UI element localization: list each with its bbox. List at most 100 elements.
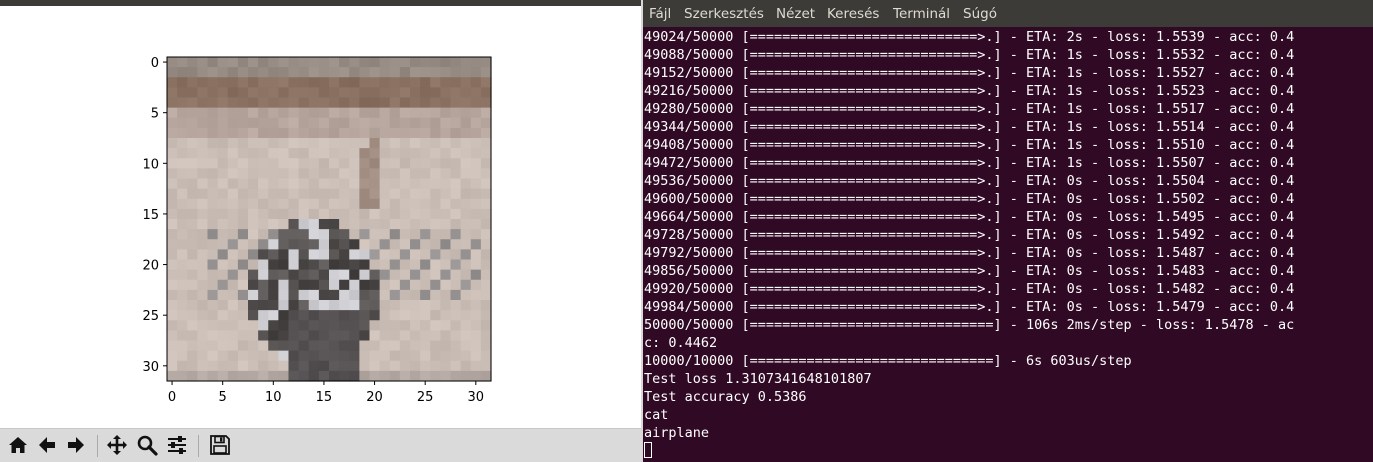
image-pixel	[460, 330, 472, 342]
save-icon[interactable]	[207, 432, 233, 458]
image-pixel	[318, 269, 330, 281]
home-icon[interactable]	[5, 432, 31, 458]
image-pixel	[410, 188, 421, 200]
image-pixel	[187, 107, 198, 119]
terminal-output[interactable]: 49024/50000 [===========================…	[643, 27, 1373, 462]
image-pixel	[288, 360, 300, 372]
image-pixel	[410, 77, 421, 88]
image-pixel	[298, 97, 310, 109]
image-pixel	[207, 320, 219, 331]
image-pixel	[318, 178, 330, 190]
image-pixel	[197, 138, 209, 149]
image-pixel	[389, 138, 401, 149]
image-pixel	[339, 138, 350, 149]
menu-help[interactable]: Súgó	[963, 6, 997, 22]
image-pixel	[349, 67, 360, 78]
image-pixel	[470, 87, 482, 99]
image-pixel	[440, 127, 452, 139]
back-arrow-icon[interactable]	[34, 432, 60, 458]
image-pixel	[480, 279, 492, 291]
image-pixel	[480, 219, 492, 230]
pan-icon[interactable]	[104, 432, 130, 458]
image-pixel	[399, 67, 411, 78]
figure-window: 0 5 10 15 20 25 30 0 5 10 15 20 25 30	[0, 0, 641, 462]
image-pixel	[227, 198, 239, 210]
image-pixel	[379, 97, 391, 109]
image-pixel	[369, 158, 381, 169]
image-pixel	[258, 178, 269, 190]
image-pixel	[329, 310, 340, 321]
image-pixel	[420, 279, 431, 291]
image-pixel	[288, 158, 300, 169]
image-pixel	[450, 117, 462, 129]
image-pixel	[470, 168, 482, 180]
image-pixel	[440, 300, 452, 311]
image-pixel	[177, 370, 188, 382]
image-pixel	[227, 117, 239, 129]
image-pixel	[399, 239, 411, 250]
image-pixel	[187, 239, 198, 250]
image-pixel	[410, 158, 421, 169]
image-pixel	[329, 77, 340, 88]
image-pixel	[288, 279, 300, 291]
image-pixel	[420, 97, 431, 109]
image-pixel	[339, 269, 350, 281]
image-pixel	[460, 188, 472, 200]
menu-terminal[interactable]: Terminál	[893, 6, 950, 22]
image-pixel	[430, 289, 441, 301]
image-pixel	[410, 229, 421, 240]
image-pixel	[298, 360, 310, 372]
image-pixel	[460, 57, 472, 68]
image-pixel	[480, 168, 492, 180]
image-pixel	[288, 198, 300, 210]
image-pixel	[339, 279, 350, 291]
image-pixel	[237, 158, 249, 169]
terminal-cursor	[644, 442, 652, 458]
image-pixel	[470, 77, 482, 88]
image-pixel	[430, 198, 441, 210]
image-pixel	[480, 208, 492, 220]
image-pixel	[450, 138, 462, 149]
image-pixel	[177, 310, 188, 321]
image-pixel	[167, 138, 178, 149]
image-pixel	[248, 249, 259, 261]
image-pixel	[480, 107, 492, 119]
image-pixel	[480, 127, 492, 139]
image-pixel	[227, 310, 239, 321]
image-pixel	[268, 87, 279, 99]
image-pixel	[237, 77, 249, 88]
image-pixel	[480, 259, 492, 271]
image-pixel	[187, 249, 198, 261]
menu-edit[interactable]: Szerkesztés	[684, 6, 764, 22]
image-pixel	[308, 127, 320, 139]
image-pixel	[187, 219, 198, 230]
image-pixel	[227, 269, 239, 281]
image-pixel	[359, 67, 371, 78]
image-pixel	[278, 259, 290, 271]
menu-view[interactable]: Nézet	[776, 6, 815, 22]
image-pixel	[197, 229, 209, 240]
forward-arrow-icon[interactable]	[63, 432, 89, 458]
zoom-icon[interactable]	[134, 432, 160, 458]
plot-canvas: 0 5 10 15 20 25 30 0 5 10 15 20 25 30	[142, 56, 492, 405]
image-pixel	[470, 360, 482, 372]
menu-search[interactable]: Keresés	[827, 6, 879, 22]
image-pixel	[379, 279, 391, 291]
image-pixel	[450, 350, 462, 362]
image-pixel	[430, 340, 441, 352]
image-pixel	[197, 320, 209, 331]
image-pixel	[227, 127, 239, 139]
image-pixel	[207, 340, 219, 352]
image-pixel	[197, 219, 209, 230]
configure-subplots-icon[interactable]	[164, 432, 190, 458]
image-pixel	[329, 360, 340, 372]
image-pixel	[430, 269, 441, 281]
image-pixel	[207, 127, 219, 139]
image-pixel	[187, 350, 198, 362]
image-pixel	[369, 57, 381, 68]
image-pixel	[217, 87, 229, 99]
image-pixel	[288, 310, 300, 321]
image-pixel	[197, 57, 209, 68]
menu-file[interactable]: Fájl	[649, 6, 671, 22]
image-pixel	[227, 208, 239, 220]
